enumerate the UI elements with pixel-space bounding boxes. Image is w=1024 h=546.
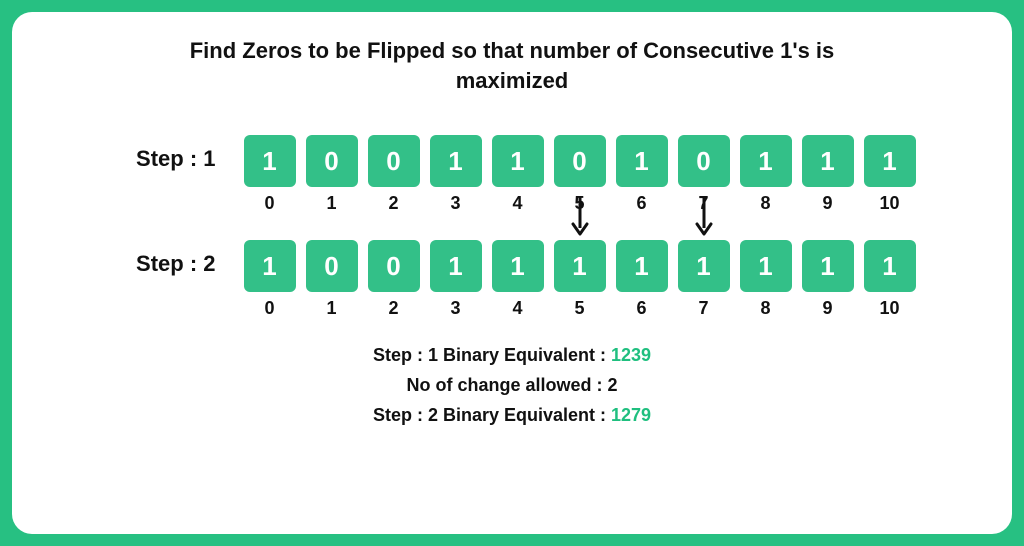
bit-cell: 1 [492,240,544,292]
bit-cell: 1 [864,135,916,187]
index-label: 3 [450,193,460,214]
bit-cell: 0 [678,135,730,187]
bit-cell: 1 [430,135,482,187]
bit-cell: 1 [430,240,482,292]
index-label: 8 [760,298,770,319]
step1-row: Step : 1 10010213140516071819110 [42,135,982,214]
index-label: 10 [879,298,899,319]
step2-label: Step : 2 [109,251,244,277]
index-label: 7 [698,298,708,319]
bit-cell: 1 [864,240,916,292]
index-label: 3 [450,298,460,319]
array-cell: 19 [802,135,854,214]
diagram-title: Find Zeros to be Flipped so that number … [152,36,872,95]
footer-notes: Step : 1 Binary Equivalent : 1239 No of … [42,345,982,426]
index-label: 6 [636,193,646,214]
index-label: 5 [574,298,584,319]
index-label: 8 [760,193,770,214]
index-label: 4 [512,298,522,319]
footer-line1: Step : 1 Binary Equivalent : 1239 [42,345,982,366]
step1-label: Step : 1 [109,146,244,172]
array-cell: 15 [554,240,606,319]
footer-line1-prefix: Step : 1 Binary Equivalent : [373,345,611,365]
bit-cell: 1 [244,240,296,292]
flip-arrow-icon [694,194,714,238]
footer-line1-value: 1239 [611,345,651,365]
bit-cell: 1 [244,135,296,187]
bit-cell: 1 [802,135,854,187]
array-cell: 10 [244,240,296,319]
bit-cell: 0 [306,135,358,187]
bit-cell: 1 [616,240,668,292]
array-cell: 110 [864,135,916,214]
index-label: 1 [326,298,336,319]
bit-cell: 0 [554,135,606,187]
array-cell: 16 [616,240,668,319]
array-cell: 16 [616,135,668,214]
array-cell: 14 [492,240,544,319]
bit-cell: 1 [740,240,792,292]
array-cell: 01 [306,240,358,319]
index-label: 10 [879,193,899,214]
array-cell: 01 [306,135,358,214]
index-label: 1 [326,193,336,214]
bit-cell: 1 [492,135,544,187]
step2-row: Step : 2 10010213141516171819110 [42,240,982,319]
array-cell: 14 [492,135,544,214]
array-cell: 02 [368,135,420,214]
bit-cell: 1 [678,240,730,292]
index-label: 2 [388,298,398,319]
index-label: 9 [822,298,832,319]
index-label: 4 [512,193,522,214]
diagram-card: Find Zeros to be Flipped so that number … [12,12,1012,534]
footer-line3: Step : 2 Binary Equivalent : 1279 [42,405,982,426]
bit-cell: 1 [554,240,606,292]
index-label: 0 [264,193,274,214]
array-cell: 110 [864,240,916,319]
step2-cells: 10010213141516171819110 [244,240,916,319]
index-label: 0 [264,298,274,319]
array-cell: 13 [430,135,482,214]
array-cell: 17 [678,240,730,319]
array-cell: 02 [368,240,420,319]
array-cell: 13 [430,240,482,319]
index-label: 9 [822,193,832,214]
array-cell: 18 [740,240,792,319]
bit-cell: 0 [306,240,358,292]
bit-cell: 1 [802,240,854,292]
array-cell: 19 [802,240,854,319]
flip-arrow-icon [570,194,590,238]
footer-line2: No of change allowed : 2 [42,375,982,396]
bit-cell: 0 [368,240,420,292]
index-label: 2 [388,193,398,214]
bit-cell: 0 [368,135,420,187]
footer-line3-value: 1279 [611,405,651,425]
index-label: 6 [636,298,646,319]
bit-cell: 1 [616,135,668,187]
footer-line3-prefix: Step : 2 Binary Equivalent : [373,405,611,425]
array-cell: 18 [740,135,792,214]
bit-cell: 1 [740,135,792,187]
array-cell: 10 [244,135,296,214]
